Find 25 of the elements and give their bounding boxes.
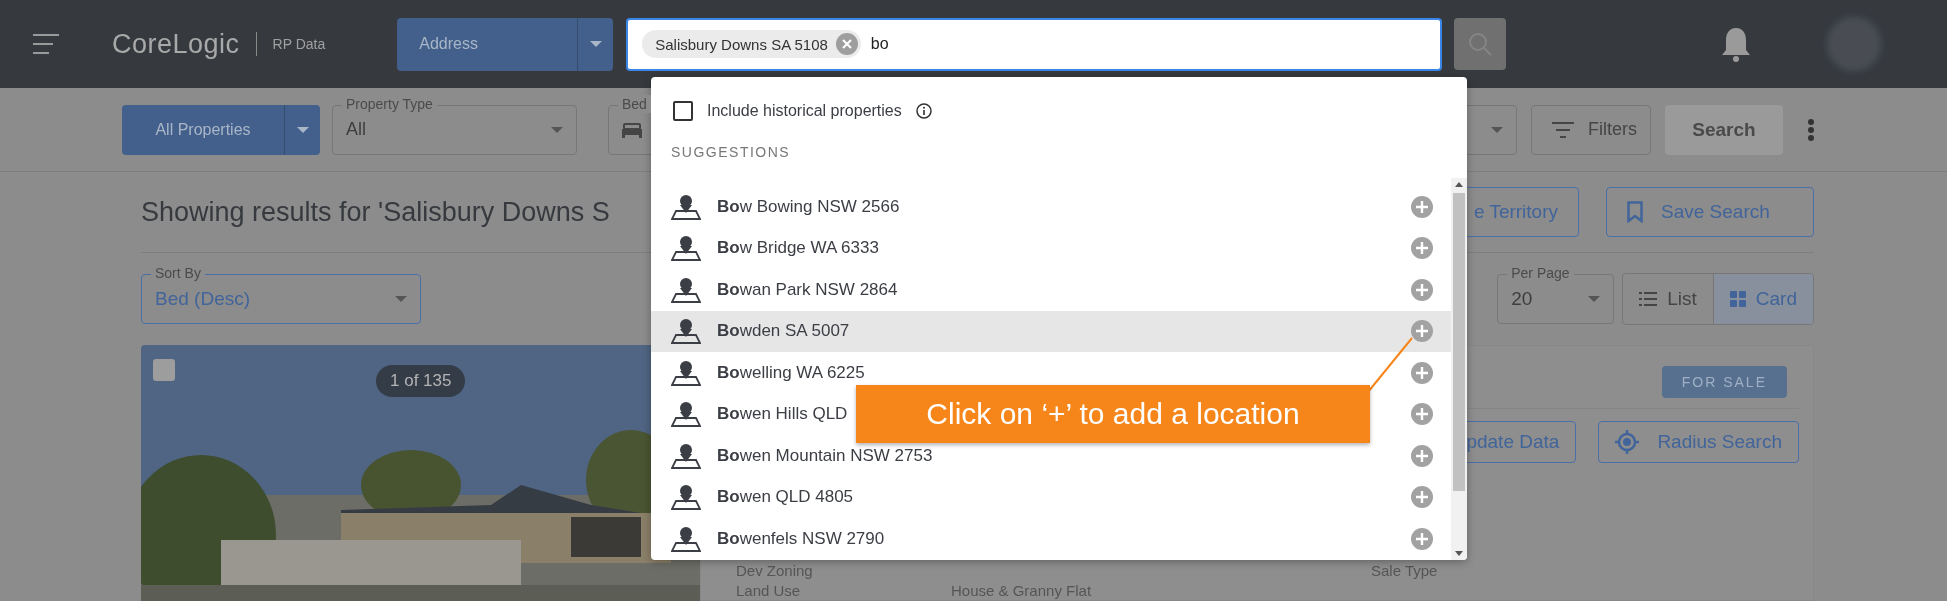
checkbox-label: Include historical properties: [707, 102, 902, 120]
detail-value: House & Granny Flat: [951, 583, 1093, 599]
hint-tooltip: Click on ‘+’ to add a location: [856, 385, 1370, 443]
suggestion-text: Bowen Hills QLD: [717, 404, 848, 425]
suggestion-text: Bowenfels NSW 2790: [717, 528, 885, 549]
field-value: All: [346, 119, 367, 140]
suggestion-text: Bowen Mountain NSW 2753: [717, 445, 933, 466]
suggestion-text: Bowden SA 5007: [717, 321, 850, 342]
suggestion-text: Bowan Park NSW 2864: [717, 279, 898, 300]
detail-label: Dev Zoning: [736, 563, 814, 579]
section-heading: SUGGESTIONS: [670, 143, 792, 160]
suggestion-text: Bow Bowing NSW 2566: [717, 196, 900, 217]
suggestion-text: Bow Bridge WA 6333: [717, 238, 879, 259]
suggestion-text: Bowelling WA 6225: [717, 362, 865, 383]
status-badge: FOR SALE: [1661, 366, 1787, 398]
suggestion-text: Bowen QLD 4805: [717, 487, 854, 508]
product-name: RP Data: [272, 36, 326, 52]
detail-label: Land Use: [736, 583, 802, 599]
logo: CoreLogic: [112, 28, 240, 60]
chip-label: Salisbury Downs SA 5108: [655, 35, 828, 53]
field-value: 20: [1511, 288, 1534, 310]
results-heading: Showing results for 'Salisbury Downs S: [141, 196, 610, 228]
detail-label: Sale Type: [1371, 563, 1439, 579]
field-value: Bed (Desc): [155, 288, 252, 310]
photo-counter: 1 of 135: [376, 365, 466, 397]
